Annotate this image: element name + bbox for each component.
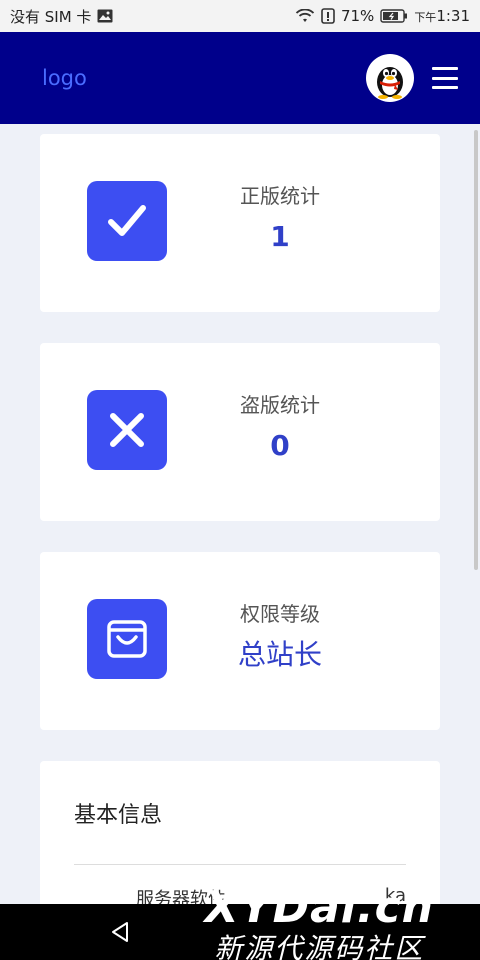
main-content: 正版统计 1 盗版统计 0 权限等级 总站长 基本信息 服务器软件 ka xyxy=(0,124,480,904)
battery-icon xyxy=(380,9,408,23)
watermark-line1: XYDai.cn xyxy=(204,882,434,933)
watermark: XYDai.cn 新源代源码社区 xyxy=(205,882,434,960)
time-prefix: 下午 xyxy=(414,11,437,24)
qq-penguin-icon xyxy=(377,67,403,99)
battery-percent: 71% xyxy=(340,7,375,25)
stat-label: 权限等级 xyxy=(240,602,320,626)
stat-label: 正版统计 xyxy=(240,184,320,208)
pirated-stat-card: 盗版统计 0 xyxy=(40,343,440,521)
stat-value: 总站长 xyxy=(237,638,322,671)
hamburger-menu-icon[interactable] xyxy=(432,67,458,89)
back-triangle-icon[interactable] xyxy=(108,920,132,944)
logo[interactable]: logo xyxy=(42,66,87,90)
info-title: 基本信息 xyxy=(74,803,163,828)
status-bar: 没有 SIM 卡 71% 下午1:31 xyxy=(0,0,480,32)
alert-icon xyxy=(321,8,335,24)
checkmark-icon xyxy=(87,181,167,261)
close-x-icon xyxy=(87,390,167,470)
image-notification-icon xyxy=(97,9,113,23)
genuine-stat-card: 正版统计 1 xyxy=(40,134,440,312)
stat-value: 0 xyxy=(270,429,290,462)
divider xyxy=(74,864,406,865)
shopping-bag-icon xyxy=(87,599,167,679)
stat-label: 盗版统计 xyxy=(240,393,320,417)
clock: 1:31 xyxy=(436,7,470,25)
app-header: logo xyxy=(0,32,480,124)
watermark-line2: 新源代源码社区 xyxy=(214,932,425,960)
wifi-icon xyxy=(295,9,315,23)
stat-value: 1 xyxy=(270,220,290,253)
scrollbar[interactable] xyxy=(474,130,478,570)
avatar[interactable] xyxy=(366,54,414,102)
permission-level-card: 权限等级 总站长 xyxy=(40,552,440,730)
carrier-text: 没有 SIM 卡 xyxy=(10,7,92,26)
